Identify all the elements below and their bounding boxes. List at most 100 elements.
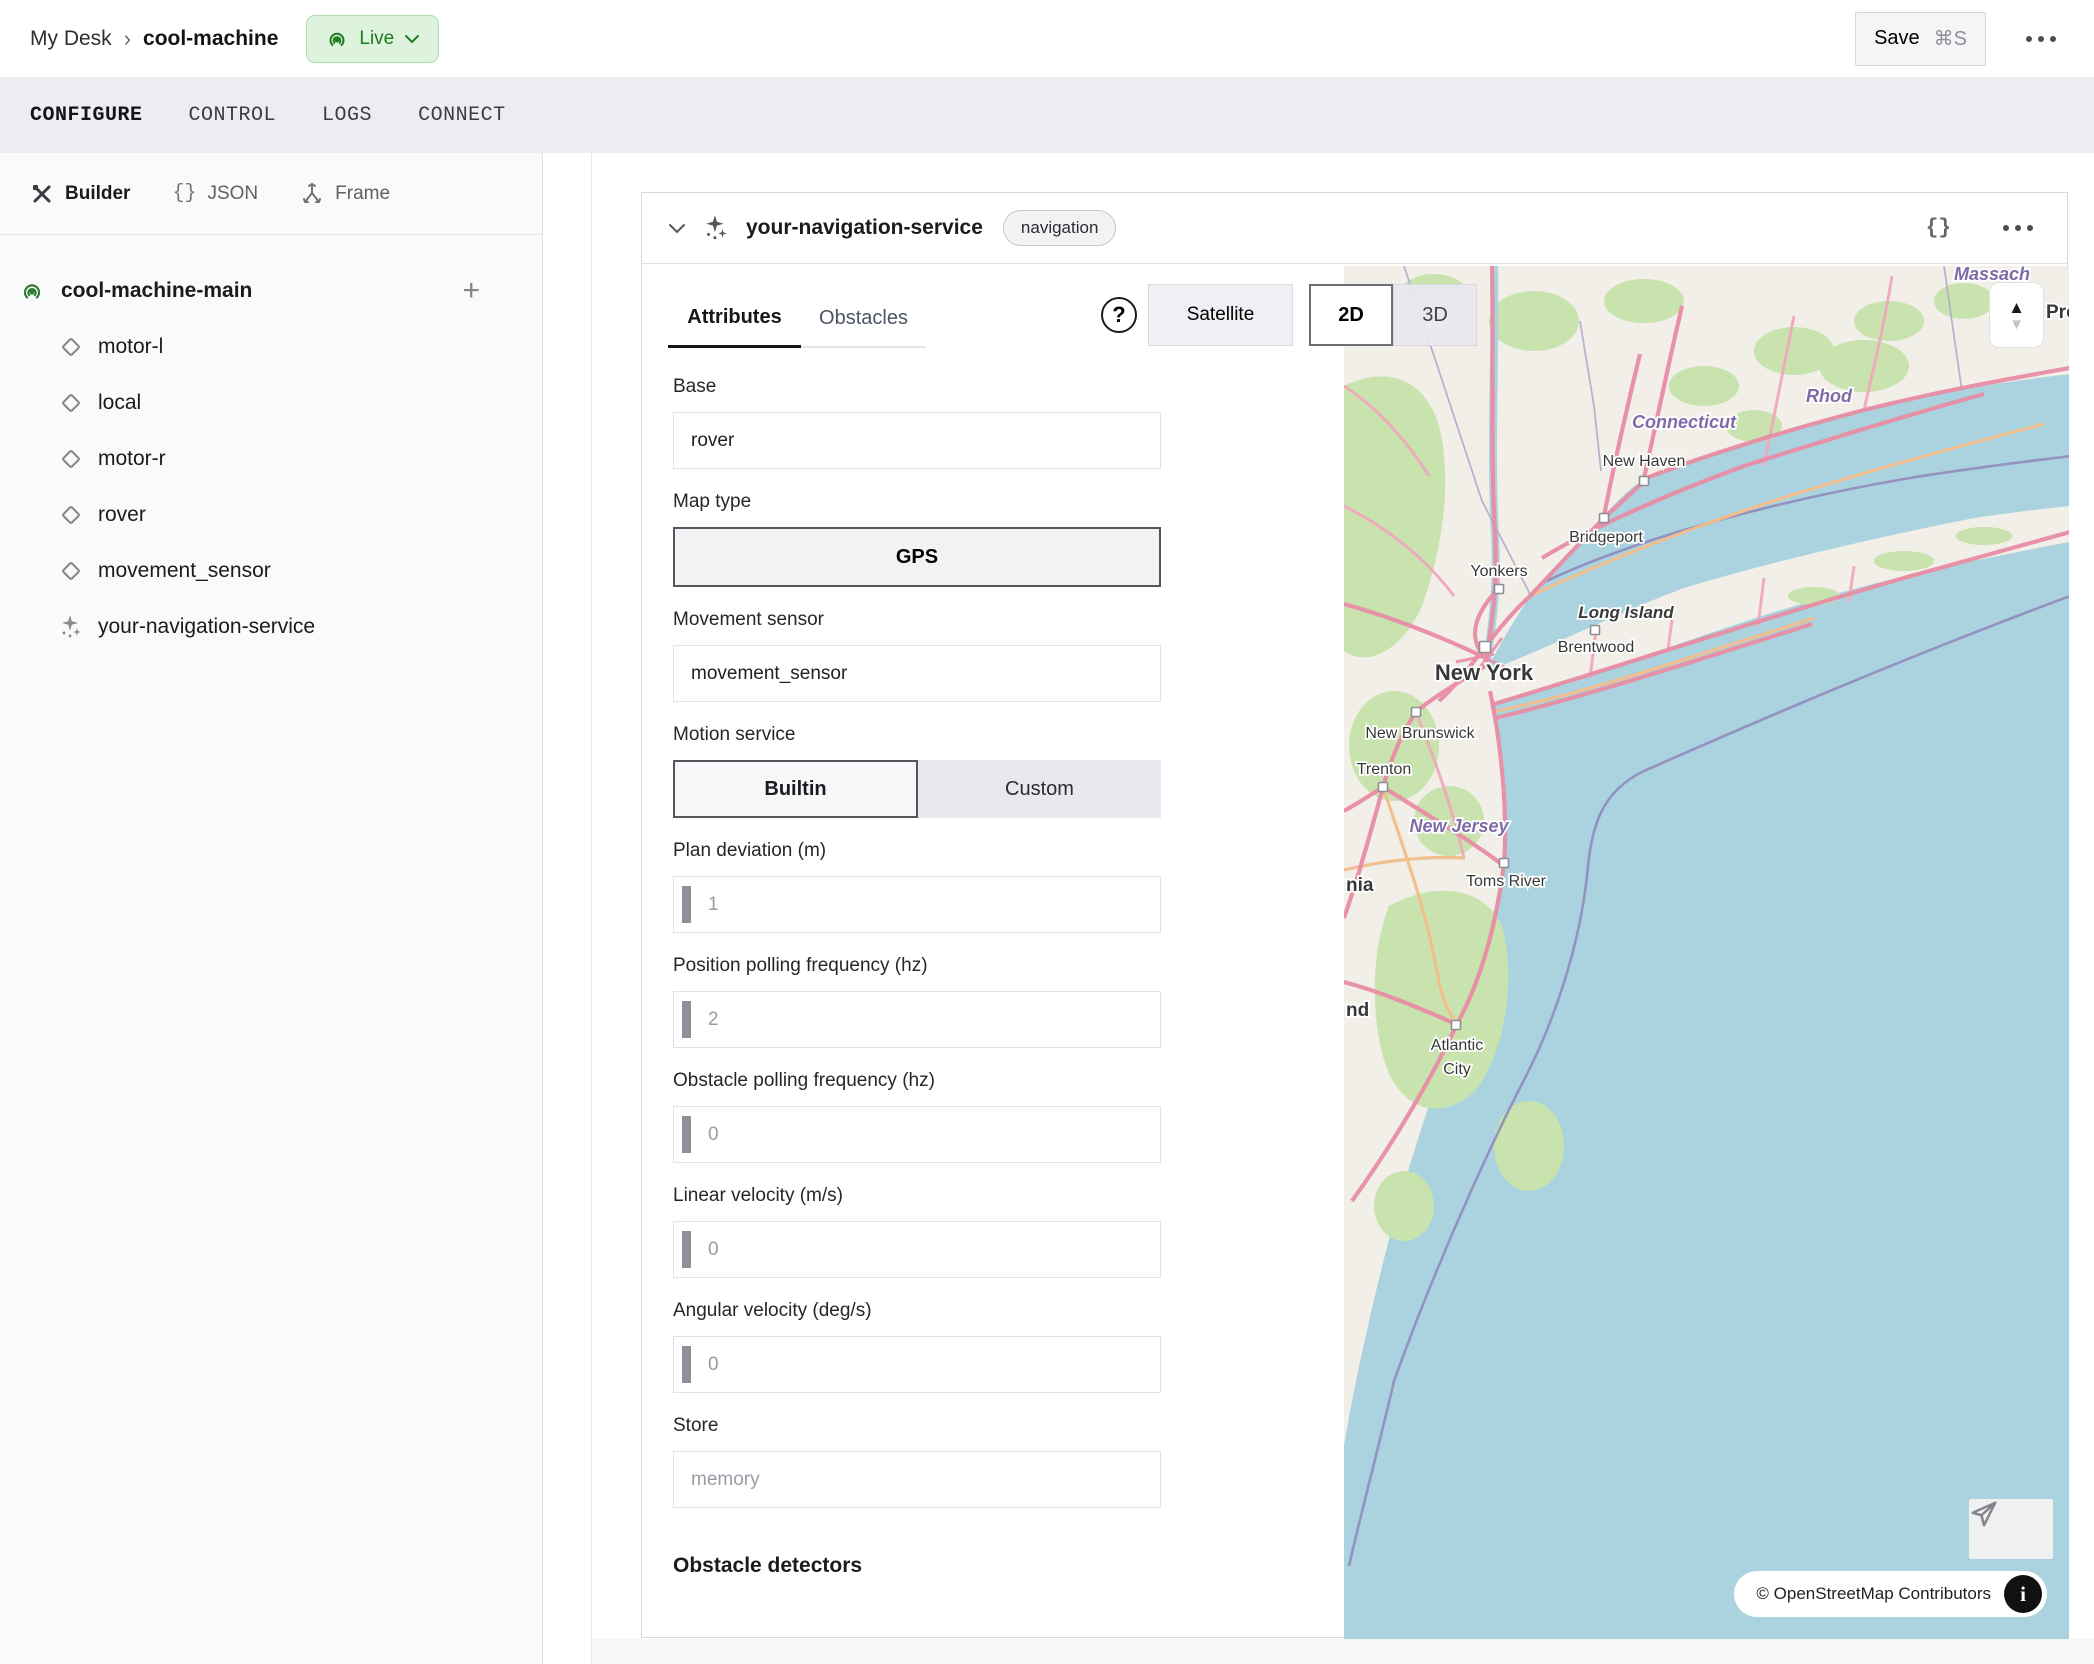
motion-builtin-option[interactable]: Builtin (673, 760, 918, 818)
motion-service-label: Motion service (673, 722, 1161, 748)
service-sparkles-icon (702, 214, 730, 242)
save-shortcut: ⌘S (1934, 26, 1967, 51)
frame-axes-icon (300, 182, 324, 206)
app-header: My Desk › cool-machine Live Save ⌘S (0, 0, 2094, 77)
save-label: Save (1874, 27, 1920, 50)
save-button[interactable]: Save ⌘S (1855, 12, 1986, 66)
plan-deviation-input[interactable] (674, 877, 1160, 932)
step-down-icon[interactable]: ▼ (2009, 317, 2024, 332)
map-type-label: Map type (673, 489, 1161, 515)
card-header-actions: {} (1926, 217, 2041, 240)
map-label-bridgeport: Bridgeport (1569, 529, 1643, 546)
map-type-gps-button[interactable]: GPS (673, 527, 1161, 587)
angular-velocity-label: Angular velocity (deg/s) (673, 1298, 1161, 1324)
tree-item-movement-sensor[interactable]: movement_sensor (0, 543, 542, 599)
map-label-long-island: Long Island (1578, 603, 1674, 622)
info-icon[interactable]: i (2004, 1575, 2042, 1613)
map-label-fragment-nia: nia (1346, 875, 1374, 896)
braces-icon: {} (172, 182, 196, 205)
component-diamond-icon (58, 558, 84, 584)
coordinate-stepper[interactable]: ▲ ▼ (1989, 282, 2044, 348)
tree-item-label: motor-l (98, 335, 163, 359)
code-braces-icon[interactable]: {} (1926, 217, 1951, 240)
chevron-down-icon (404, 34, 420, 44)
service-type-badge: navigation (1003, 210, 1117, 246)
obstacle-detectors-heading: Obstacle detectors (673, 1554, 1161, 1578)
tab-attributes[interactable]: Attributes (668, 290, 801, 348)
base-input[interactable] (674, 413, 1160, 468)
help-icon[interactable]: ? (1101, 297, 1137, 333)
tab-logs[interactable]: LOGS (322, 98, 372, 133)
step-up-icon[interactable]: ▲ (2008, 299, 2025, 316)
tree-item-local[interactable]: local (0, 375, 542, 431)
mode-builder[interactable]: Builder (30, 182, 130, 206)
linear-velocity-input[interactable] (674, 1222, 1160, 1277)
collapse-chevron-icon[interactable] (668, 223, 686, 234)
linear-velocity-field (673, 1221, 1161, 1278)
card-menu-icon[interactable] (1995, 217, 2041, 239)
tab-control[interactable]: CONTROL (189, 98, 277, 133)
breadcrumb-separator-icon: › (124, 26, 131, 52)
drag-handle[interactable] (682, 1001, 691, 1038)
locate-button[interactable] (1969, 1499, 2053, 1559)
tree-item-navigation-service[interactable]: your-navigation-service (0, 599, 542, 655)
map-viewport[interactable]: Massach Rhod Connecticut New Haven Bridg… (1344, 266, 2069, 1639)
tree-item-motor-r[interactable]: motor-r (0, 431, 542, 487)
map-attribution: © OpenStreetMap Contributors i (1734, 1571, 2047, 1617)
machine-broadcast-icon (19, 278, 45, 304)
attribution-text: © OpenStreetMap Contributors (1756, 1584, 1991, 1604)
component-diamond-icon (58, 390, 84, 416)
angular-velocity-input[interactable] (674, 1337, 1160, 1392)
live-status-button[interactable]: Live (306, 15, 439, 63)
machine-tree: cool-machine-main + motor-l local moto (0, 235, 542, 655)
map-label-rhode-island: Rhod (1806, 386, 1853, 406)
tab-connect[interactable]: CONNECT (418, 98, 506, 133)
map-label-new-brunswick: New Brunswick (1365, 725, 1475, 742)
component-diamond-icon (58, 446, 84, 472)
map-label-toms-river: Toms River (1466, 873, 1547, 890)
movement-sensor-field (673, 645, 1161, 702)
live-label: Live (359, 28, 394, 50)
store-label: Store (673, 1413, 1161, 1439)
movement-sensor-label: Movement sensor (673, 607, 1161, 633)
tree-item-motor-l[interactable]: motor-l (0, 319, 542, 375)
tab-obstacles[interactable]: Obstacles (801, 290, 926, 348)
store-input[interactable] (674, 1452, 1160, 1507)
view-2d-button[interactable]: 2D (1309, 284, 1393, 346)
drag-handle[interactable] (682, 886, 691, 923)
app-window: My Desk › cool-machine Live Save ⌘S (0, 0, 2094, 1664)
broadcast-icon (325, 27, 349, 51)
tree-item-label: movement_sensor (98, 559, 271, 583)
nav-tab-bar: CONFIGURE CONTROL LOGS CONNECT (0, 77, 2094, 153)
navigation-service-card: your-navigation-service navigation {} At… (641, 192, 2068, 1638)
add-component-button[interactable]: + (462, 276, 480, 306)
satellite-toggle-button[interactable]: Satellite (1148, 284, 1293, 346)
obstacle-polling-input[interactable] (674, 1107, 1160, 1162)
mode-json[interactable]: {} JSON (172, 182, 258, 205)
overflow-menu-icon[interactable] (2018, 28, 2064, 50)
movement-sensor-input[interactable] (674, 646, 1160, 701)
map-label-new-york: New York (1435, 660, 1534, 685)
tree-item-rover[interactable]: rover (0, 487, 542, 543)
card-header: your-navigation-service navigation {} (642, 193, 2067, 264)
position-polling-input[interactable] (674, 992, 1160, 1047)
component-diamond-icon (58, 502, 84, 528)
drag-handle[interactable] (682, 1116, 691, 1153)
breadcrumb: My Desk › cool-machine (30, 26, 278, 52)
map-label-fragment-nd: nd (1346, 1000, 1369, 1021)
drag-handle[interactable] (682, 1346, 691, 1383)
motion-custom-option[interactable]: Custom (918, 760, 1161, 818)
obstacle-polling-label: Obstacle polling frequency (hz) (673, 1068, 1161, 1094)
map-label-atlantic-city: City (1443, 1061, 1471, 1078)
tab-configure[interactable]: CONFIGURE (30, 98, 143, 133)
map-label-connecticut: Connecticut (1632, 412, 1737, 432)
view-3d-button[interactable]: 3D (1393, 284, 1477, 346)
map-label-brentwood: Brentwood (1558, 639, 1635, 656)
breadcrumb-parent-link[interactable]: My Desk (30, 27, 112, 51)
mode-frame[interactable]: Frame (300, 182, 390, 206)
map-label-new-haven: New Haven (1603, 453, 1686, 470)
drag-handle[interactable] (682, 1231, 691, 1268)
angular-velocity-field (673, 1336, 1161, 1393)
tree-item-machine[interactable]: cool-machine-main + (0, 263, 542, 319)
service-sparkles-icon (58, 614, 84, 640)
